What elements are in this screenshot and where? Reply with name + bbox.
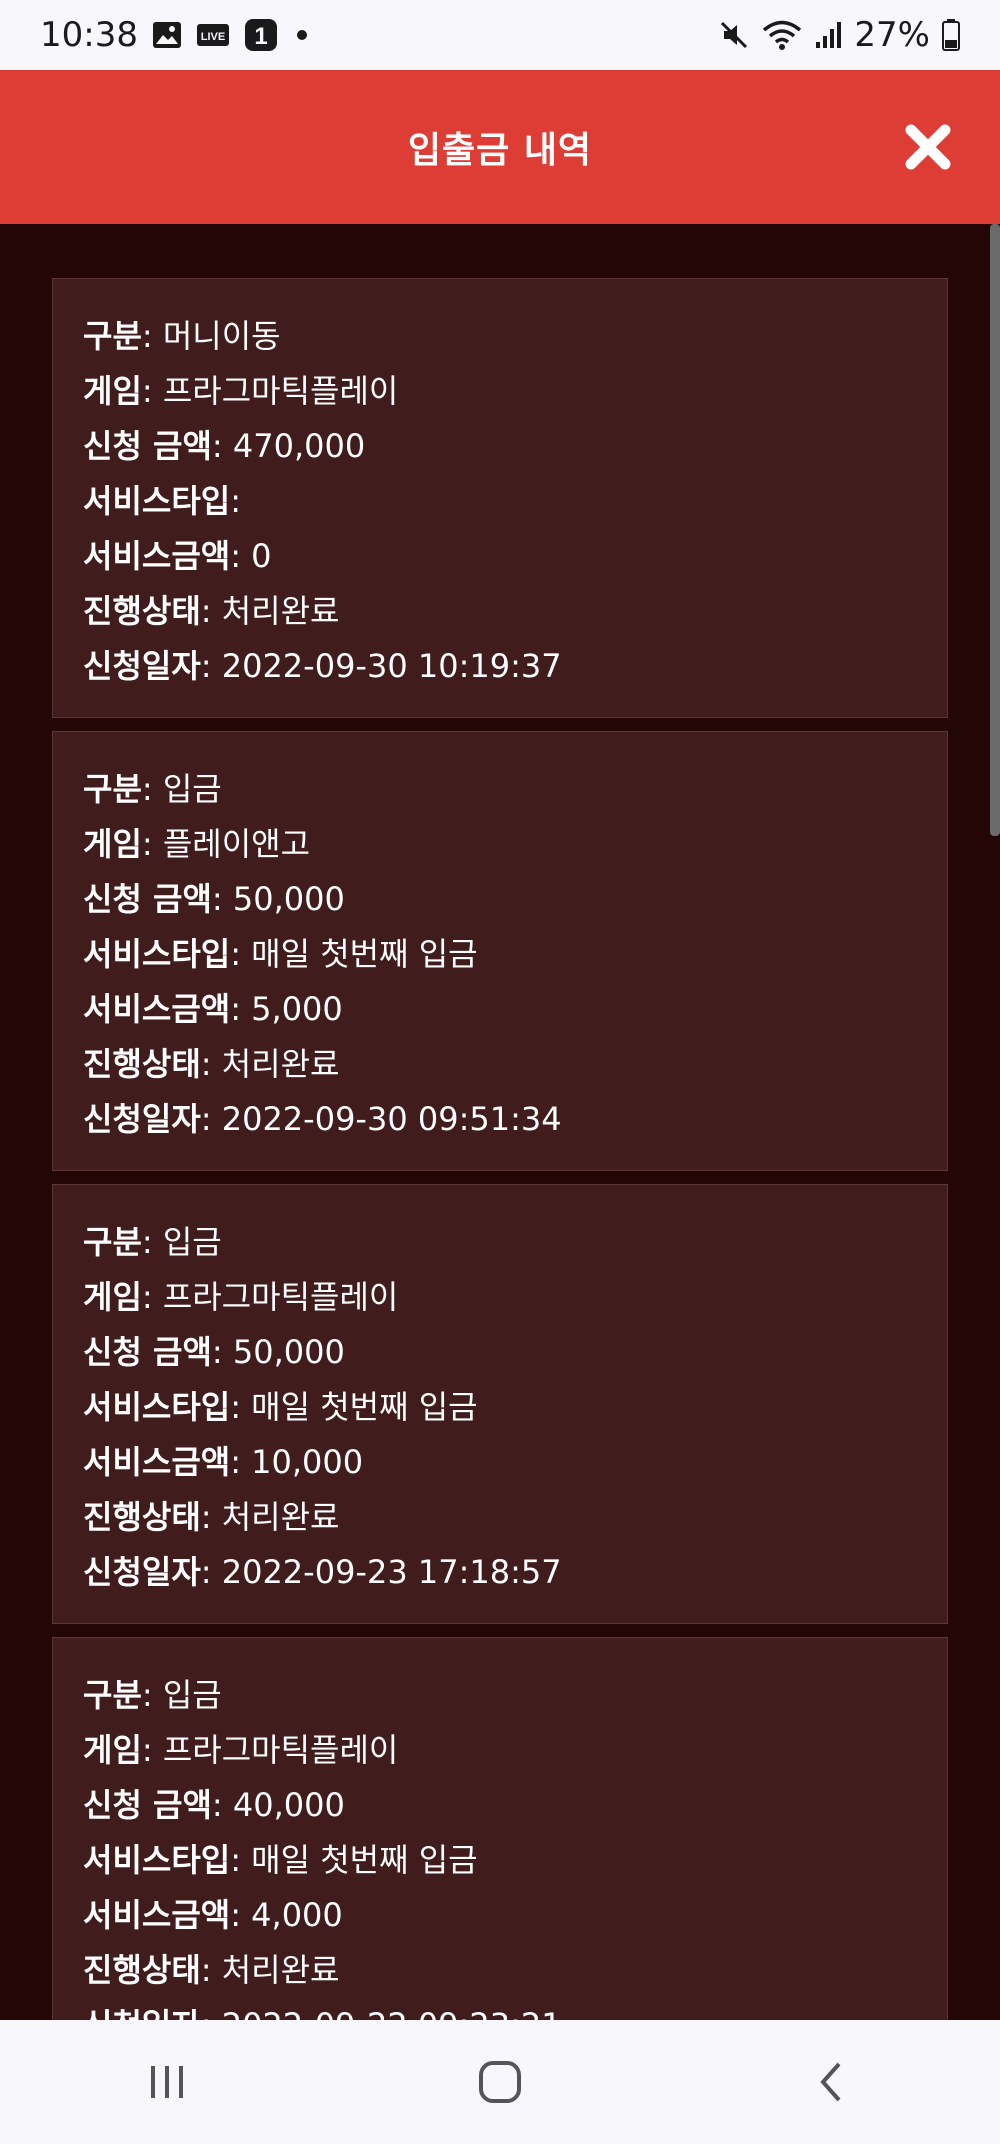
transaction-card: 구분: 입금 게임: 프라그마틱플레이 신청 금액: 40,000 서비스타입:… [52, 1637, 948, 2020]
field-amount: 신청 금액: 50,000 [83, 880, 345, 918]
system-nav-bar [0, 2020, 1000, 2144]
field-date: 신청일자: 2022-09-22 09:23:21 [83, 1998, 947, 2020]
field-service-amount: 서비스금액: 5,000 [83, 990, 343, 1028]
signal-icon [814, 20, 842, 50]
field-service-type: 서비스타입: 매일 첫번째 입금 [83, 1841, 478, 1879]
field-service-amount: 서비스금액: 4,000 [83, 1896, 343, 1934]
field-game: 게임: 플레이앤고 [83, 825, 311, 863]
app-header: 입출금 내역 [0, 70, 1000, 224]
transaction-card: 구분: 머니이동 게임: 프라그마틱플레이 신청 금액: 470,000 서비스… [52, 278, 948, 718]
transaction-list[interactable]: 구분: 머니이동 게임: 프라그마틱플레이 신청 금액: 470,000 서비스… [0, 224, 1000, 2020]
battery-percent: 27% [854, 15, 930, 55]
page-title: 입출금 내역 [407, 130, 593, 171]
field-amount: 신청 금액: 40,000 [83, 1786, 345, 1824]
field-type: 구분: 입금 [83, 1676, 222, 1714]
field-date: 신청일자: 2022-09-30 10:19:37 [83, 647, 562, 685]
battery-icon [942, 19, 960, 51]
field-service-type: 서비스타입: 매일 첫번째 입금 [83, 1388, 478, 1426]
svg-text:1: 1 [254, 23, 267, 50]
recent-apps-icon [150, 2066, 183, 2098]
back-button[interactable] [793, 2042, 873, 2122]
home-icon [478, 2061, 521, 2103]
field-date: 신청일자: 2022-09-23 17:18:57 [83, 1553, 562, 1591]
field-amount: 신청 금액: 470,000 [83, 427, 366, 465]
field-date: 신청일자: 2022-09-30 09:51:34 [83, 1100, 562, 1138]
transaction-card: 구분: 입금 게임: 플레이앤고 신청 금액: 50,000 서비스타입: 매일… [52, 731, 948, 1171]
back-icon [820, 2062, 841, 2102]
field-game: 게임: 프라그마틱플레이 [83, 372, 399, 410]
field-service-amount: 서비스금액: 0 [83, 537, 272, 575]
close-button[interactable] [900, 119, 956, 175]
recent-apps-button[interactable] [127, 2042, 207, 2122]
svg-text:LIVE: LIVE [201, 31, 225, 43]
gallery-icon [152, 21, 182, 49]
field-type: 구분: 입금 [83, 1223, 222, 1261]
notification-count-icon: 1 [244, 18, 278, 52]
field-service-type: 서비스타입: [83, 482, 241, 520]
transaction-card: 구분: 입금 게임: 프라그마틱플레이 신청 금액: 50,000 서비스타입:… [52, 1184, 948, 1624]
field-service-amount: 서비스금액: 10,000 [83, 1443, 364, 1481]
status-bar: 10:38 LIVE 1 27% [0, 0, 1000, 70]
wifi-icon [762, 19, 802, 51]
field-status: 진행상태: 처리완료 [83, 1951, 340, 1989]
scrollbar[interactable] [990, 224, 1000, 836]
field-type: 구분: 입금 [83, 770, 222, 808]
field-status: 진행상태: 처리완료 [83, 1045, 340, 1083]
dot-icon [292, 25, 312, 45]
field-service-type: 서비스타입: 매일 첫번째 입금 [83, 935, 478, 973]
field-status: 진행상태: 처리완료 [83, 1498, 340, 1536]
field-amount: 신청 금액: 50,000 [83, 1333, 345, 1371]
field-game: 게임: 프라그마틱플레이 [83, 1278, 399, 1316]
field-status: 진행상태: 처리완료 [83, 592, 340, 630]
status-time: 10:38 [40, 15, 138, 55]
field-type: 구분: 머니이동 [83, 317, 281, 355]
mute-icon [718, 19, 750, 51]
home-button[interactable] [460, 2042, 540, 2122]
close-icon [905, 124, 951, 170]
field-game: 게임: 프라그마틱플레이 [83, 1731, 399, 1769]
live-icon: LIVE [196, 21, 230, 49]
